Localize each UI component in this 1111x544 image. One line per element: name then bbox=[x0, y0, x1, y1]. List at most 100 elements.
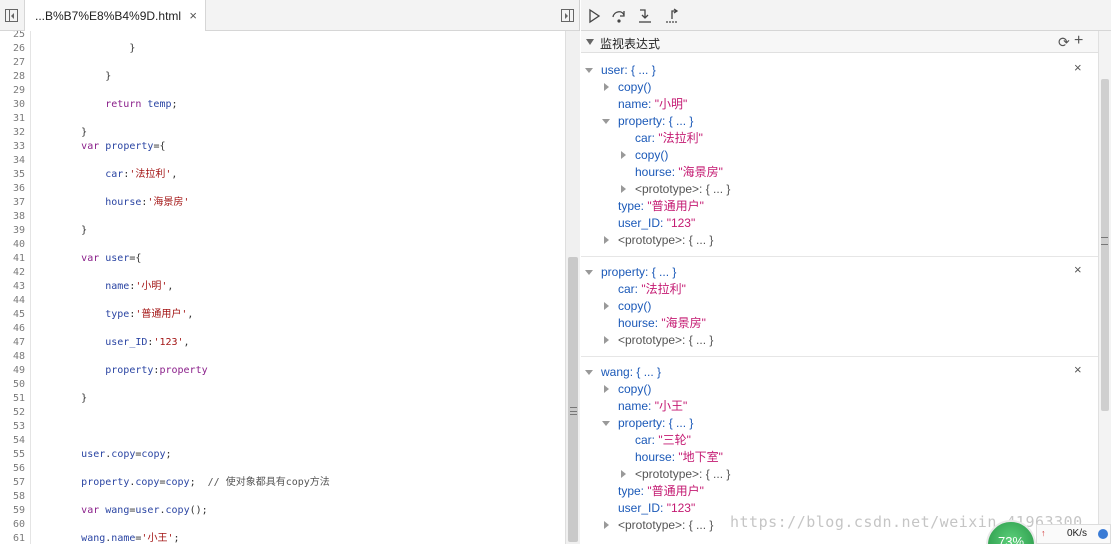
resume-icon[interactable] bbox=[586, 8, 602, 24]
code-line[interactable]: 54 bbox=[0, 434, 565, 448]
code-line[interactable]: 35 car:'法拉利', bbox=[0, 168, 565, 182]
code-line[interactable]: 60 bbox=[0, 518, 565, 532]
watch-expressions-header[interactable]: 监视表达式 ⟳ + bbox=[581, 31, 1111, 53]
code-line[interactable]: 41 var user={ bbox=[0, 252, 565, 266]
code-line[interactable]: 58 bbox=[0, 490, 565, 504]
watch-tree-item[interactable]: <prototype>: { ... } bbox=[621, 181, 730, 198]
watch-tree-item[interactable]: <prototype>: { ... } bbox=[604, 232, 713, 249]
watch-tree-item[interactable]: type: "普通用户" bbox=[618, 198, 704, 215]
collapsed-triangle-icon[interactable] bbox=[621, 185, 626, 193]
collapsed-triangle-icon[interactable] bbox=[621, 151, 626, 159]
code-line[interactable]: 40 bbox=[0, 238, 565, 252]
watch-tree-item[interactable]: <prototype>: { ... } bbox=[621, 466, 730, 483]
code-line[interactable]: 29 bbox=[0, 84, 565, 98]
collapsed-triangle-icon[interactable] bbox=[604, 385, 609, 393]
debugger-scrollbar[interactable] bbox=[1098, 31, 1111, 544]
code-line[interactable]: 30 return temp; bbox=[0, 98, 565, 112]
watch-expression-root[interactable]: property: { ... } bbox=[585, 264, 676, 281]
collapsed-triangle-icon[interactable] bbox=[604, 336, 609, 344]
code-line[interactable]: 28 } bbox=[0, 70, 565, 84]
code-line[interactable]: 36 bbox=[0, 182, 565, 196]
remove-watch-icon[interactable]: × bbox=[1074, 362, 1082, 377]
watch-tree-item[interactable]: user_ID: "123" bbox=[618, 215, 695, 232]
code-line[interactable]: 44 bbox=[0, 294, 565, 308]
remove-watch-icon[interactable]: × bbox=[1074, 262, 1082, 277]
net-usage-ball[interactable]: 73% bbox=[986, 520, 1036, 544]
splitter-grip-icon[interactable] bbox=[570, 407, 577, 415]
code-line[interactable]: 33 var property={ bbox=[0, 140, 565, 154]
remove-watch-icon[interactable]: × bbox=[1074, 60, 1082, 75]
expanded-triangle-icon[interactable] bbox=[602, 119, 610, 124]
collapsed-triangle-icon[interactable] bbox=[604, 521, 609, 529]
watch-tree-item[interactable]: property: { ... } bbox=[602, 415, 693, 432]
code-line[interactable]: 50 bbox=[0, 378, 565, 392]
scroll-grip-icon[interactable] bbox=[1101, 237, 1108, 245]
watch-tree-item[interactable]: <prototype>: { ... } bbox=[604, 517, 713, 534]
debugger-scrollbar-thumb[interactable] bbox=[1101, 79, 1109, 411]
collapsed-triangle-icon[interactable] bbox=[604, 83, 609, 91]
code-line[interactable]: 61 wang.name='小王'; bbox=[0, 532, 565, 544]
debugger-pane-toggle-icon[interactable] bbox=[561, 9, 574, 22]
sidebar-toggle-icon[interactable] bbox=[5, 9, 18, 22]
code-line[interactable]: 53 bbox=[0, 420, 565, 434]
watch-tree-item[interactable]: name: "小王" bbox=[618, 398, 687, 415]
code-line[interactable]: 27 bbox=[0, 56, 565, 70]
add-watch-icon[interactable]: + bbox=[1074, 33, 1083, 49]
code-line[interactable]: 31 bbox=[0, 112, 565, 126]
code-line[interactable]: 25 bbox=[0, 31, 565, 42]
watch-tree-item[interactable]: hourse: "地下室" bbox=[635, 449, 723, 466]
watch-tree-item[interactable]: copy() bbox=[604, 79, 651, 96]
watch-tree-item[interactable]: <prototype>: { ... } bbox=[604, 332, 713, 349]
expanded-triangle-icon[interactable] bbox=[585, 68, 593, 73]
code-line[interactable]: 46 bbox=[0, 322, 565, 336]
code-line[interactable]: 34 bbox=[0, 154, 565, 168]
code-line[interactable]: 48 bbox=[0, 350, 565, 364]
watch-tree-item[interactable]: hourse: "海景房" bbox=[635, 164, 723, 181]
network-speed-widget[interactable]: 73% ↑ 0K/s bbox=[986, 520, 1111, 544]
expanded-triangle-icon[interactable] bbox=[602, 421, 610, 426]
code-line[interactable]: 55 user.copy=copy; bbox=[0, 448, 565, 462]
editor-scrollbar[interactable] bbox=[565, 31, 580, 544]
code-line[interactable]: 42 bbox=[0, 266, 565, 280]
code-line[interactable]: 56 bbox=[0, 462, 565, 476]
watch-tree-item[interactable]: name: "小明" bbox=[618, 96, 687, 113]
code-line[interactable]: 52 bbox=[0, 406, 565, 420]
code-line[interactable]: 57 property.copy=copy; // 使对象都具有copy方法 bbox=[0, 476, 565, 490]
watch-expression-root[interactable]: user: { ... } bbox=[585, 62, 656, 79]
expanded-triangle-icon[interactable] bbox=[585, 370, 593, 375]
step-into-icon[interactable] bbox=[637, 8, 653, 24]
step-out-icon[interactable] bbox=[664, 8, 680, 24]
code-line[interactable]: 49 property:property bbox=[0, 364, 565, 378]
file-tab[interactable]: ...B%B7%E8%B4%9D.html × bbox=[24, 0, 206, 31]
code-line[interactable]: 26 } bbox=[0, 42, 565, 56]
collapse-caret-icon[interactable] bbox=[586, 39, 594, 45]
watch-tree-item[interactable]: copy() bbox=[621, 147, 668, 164]
code-area[interactable]: 25 26 } 27 28 } 29 30 return temp; 31 32 } 33 va… bbox=[0, 31, 565, 544]
code-line[interactable]: 37 hourse:'海景房' bbox=[0, 196, 565, 210]
refresh-icon[interactable]: ⟳ bbox=[1058, 35, 1070, 49]
code-line[interactable]: 59 var wang=user.copy(); bbox=[0, 504, 565, 518]
collapsed-triangle-icon[interactable] bbox=[604, 236, 609, 244]
collapsed-triangle-icon[interactable] bbox=[621, 470, 626, 478]
editor-scrollbar-thumb[interactable] bbox=[568, 257, 578, 542]
code-line[interactable]: 43 name:'小明', bbox=[0, 280, 565, 294]
watch-tree-item[interactable]: car: "法拉利" bbox=[635, 130, 703, 147]
collapsed-triangle-icon[interactable] bbox=[604, 302, 609, 310]
watch-tree-item[interactable]: car: "法拉利" bbox=[618, 281, 686, 298]
code-line[interactable]: 51 } bbox=[0, 392, 565, 406]
watch-tree-item[interactable]: car: "三轮" bbox=[635, 432, 691, 449]
watch-expression-root[interactable]: wang: { ... } bbox=[585, 364, 661, 381]
code-line[interactable]: 32 } bbox=[0, 126, 565, 140]
watch-tree-item[interactable]: type: "普通用户" bbox=[618, 483, 704, 500]
step-over-icon[interactable] bbox=[611, 8, 627, 24]
code-line[interactable]: 45 type:'普通用户', bbox=[0, 308, 565, 322]
watch-tree-item[interactable]: copy() bbox=[604, 298, 651, 315]
watch-tree-item[interactable]: copy() bbox=[604, 381, 651, 398]
code-line[interactable]: 39 } bbox=[0, 224, 565, 238]
tab-close-icon[interactable]: × bbox=[189, 8, 197, 23]
expanded-triangle-icon[interactable] bbox=[585, 270, 593, 275]
watch-tree-item[interactable]: user_ID: "123" bbox=[618, 500, 695, 517]
code-line[interactable]: 38 bbox=[0, 210, 565, 224]
watch-tree-item[interactable]: property: { ... } bbox=[602, 113, 693, 130]
code-line[interactable]: 47 user_ID:'123', bbox=[0, 336, 565, 350]
